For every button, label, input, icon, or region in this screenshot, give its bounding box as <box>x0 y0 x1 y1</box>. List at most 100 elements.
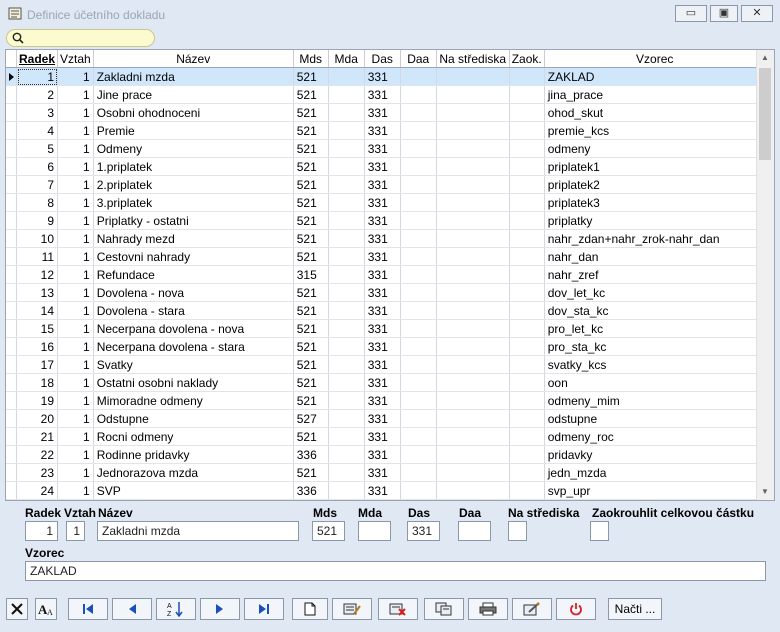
radek-field[interactable]: 1 <box>25 521 58 541</box>
cell-mds[interactable]: 521 <box>293 337 329 356</box>
exit-button[interactable] <box>556 598 596 620</box>
cell-na-strediska[interactable] <box>436 175 510 194</box>
cell-vzorec[interactable]: svp_upr <box>544 481 766 500</box>
cell-na-strediska[interactable] <box>436 157 510 176</box>
cell-vztah[interactable]: 1 <box>57 175 94 194</box>
cell-mds[interactable]: 521 <box>293 229 329 248</box>
cell-radek[interactable]: 16 <box>16 337 59 356</box>
cell-na-strediska[interactable] <box>436 319 510 338</box>
cell-mds[interactable]: 521 <box>293 211 329 230</box>
cell-mda[interactable] <box>328 355 365 374</box>
cell-nazev[interactable]: Rodinne pridavky <box>93 445 294 464</box>
cell-vzorec[interactable]: nahr_dan <box>544 247 766 266</box>
cell-na-strediska[interactable] <box>436 85 510 104</box>
cell-vzorec[interactable]: pro_sta_kc <box>544 337 766 356</box>
cell-vztah[interactable]: 1 <box>57 481 94 500</box>
zaokrouhlit-checkbox[interactable] <box>590 521 609 541</box>
cell-na-strediska[interactable] <box>436 211 510 230</box>
cell-nazev[interactable]: Osobni ohodnoceni <box>93 103 294 122</box>
cell-radek[interactable]: 10 <box>16 229 59 248</box>
cell-vzorec[interactable]: priplatek2 <box>544 175 766 194</box>
cell-zaok[interactable] <box>509 319 545 338</box>
cell-zaok[interactable] <box>509 265 545 284</box>
table-row[interactable]: 20 1 Odstupne 527 331 odstupne <box>6 409 766 428</box>
cell-zaok[interactable] <box>509 121 545 140</box>
cell-das[interactable]: 331 <box>364 67 401 86</box>
cell-mda[interactable] <box>328 301 365 320</box>
cell-das[interactable]: 331 <box>364 103 401 122</box>
cell-radek[interactable]: 6 <box>16 157 59 176</box>
cell-na-strediska[interactable] <box>436 229 510 248</box>
cell-vzorec[interactable]: odmeny_roc <box>544 427 766 446</box>
cell-daa[interactable] <box>400 175 437 194</box>
table-row[interactable]: 4 1 Premie 521 331 premie_kcs <box>6 121 766 140</box>
cell-mds[interactable]: 315 <box>293 265 329 284</box>
cell-nazev[interactable]: Dovolena - stara <box>93 301 294 320</box>
table-row[interactable]: 3 1 Osobni ohodnoceni 521 331 ohod_skut <box>6 103 766 122</box>
cell-zaok[interactable] <box>509 193 545 212</box>
new-record-button[interactable] <box>292 598 328 620</box>
table-row[interactable]: 18 1 Ostatni osobni naklady 521 331 oon <box>6 373 766 392</box>
cell-radek[interactable]: 7 <box>16 175 59 194</box>
cell-vztah[interactable]: 1 <box>57 409 94 428</box>
cell-daa[interactable] <box>400 427 437 446</box>
edit-record-button[interactable] <box>332 598 372 620</box>
cell-zaok[interactable] <box>509 373 545 392</box>
data-grid[interactable]: Radek Vztah Název Mds Mda Das Daa Na stř… <box>5 49 775 501</box>
table-row[interactable]: 5 1 Odmeny 521 331 odmeny <box>6 139 766 158</box>
cell-vzorec[interactable]: nahr_zdan+nahr_zrok-nahr_dan <box>544 229 766 248</box>
header-na-strediska[interactable]: Na střediska <box>436 50 510 68</box>
cell-mds[interactable]: 521 <box>293 427 329 446</box>
cell-das[interactable]: 331 <box>364 283 401 302</box>
table-row[interactable]: 8 1 3.priplatek 521 331 priplatek3 <box>6 193 766 212</box>
cell-na-strediska[interactable] <box>436 391 510 410</box>
cell-vztah[interactable]: 1 <box>57 373 94 392</box>
table-row[interactable]: 13 1 Dovolena - nova 521 331 dov_let_kc <box>6 283 766 302</box>
cell-das[interactable]: 331 <box>364 85 401 104</box>
table-row[interactable]: 21 1 Rocni odmeny 521 331 odmeny_roc <box>6 427 766 446</box>
cell-vztah[interactable]: 1 <box>57 301 94 320</box>
sort-button[interactable]: AZ <box>156 598 196 620</box>
cell-radek[interactable]: 8 <box>16 193 59 212</box>
cell-das[interactable]: 331 <box>364 301 401 320</box>
cell-nazev[interactable]: Cestovni nahrady <box>93 247 294 266</box>
cell-nazev[interactable]: Premie <box>93 121 294 140</box>
cell-vzorec[interactable]: priplatek1 <box>544 157 766 176</box>
table-row[interactable]: 22 1 Rodinne pridavky 336 331 pridavky <box>6 445 766 464</box>
cell-vztah[interactable]: 1 <box>57 85 94 104</box>
scroll-thumb[interactable] <box>759 68 771 160</box>
cell-radek[interactable]: 23 <box>16 463 59 482</box>
cell-radek[interactable]: 12 <box>16 265 59 284</box>
cell-nazev[interactable]: Jednorazova mzda <box>93 463 294 482</box>
cell-mda[interactable] <box>328 481 365 500</box>
cell-nazev[interactable]: Jine prace <box>93 85 294 104</box>
cell-mda[interactable] <box>328 175 365 194</box>
cell-vzorec[interactable]: priplatky <box>544 211 766 230</box>
cell-mds[interactable]: 521 <box>293 391 329 410</box>
vertical-scrollbar[interactable]: ▲ ▼ <box>756 50 774 500</box>
cell-das[interactable]: 331 <box>364 445 401 464</box>
cell-mds[interactable]: 521 <box>293 139 329 158</box>
cell-vztah[interactable]: 1 <box>57 391 94 410</box>
header-das[interactable]: Das <box>364 50 401 68</box>
mds-field[interactable]: 521 <box>312 521 345 541</box>
vztah-field[interactable]: 1 <box>66 521 85 541</box>
cell-daa[interactable] <box>400 391 437 410</box>
cell-mda[interactable] <box>328 193 365 212</box>
cell-na-strediska[interactable] <box>436 193 510 212</box>
cell-daa[interactable] <box>400 67 437 86</box>
cell-daa[interactable] <box>400 229 437 248</box>
header-radek[interactable]: Radek <box>16 50 59 68</box>
cell-nazev[interactable]: Dovolena - nova <box>93 283 294 302</box>
nazev-field[interactable]: Zakladni mzda <box>97 521 299 541</box>
cell-mds[interactable]: 521 <box>293 175 329 194</box>
cell-radek[interactable]: 21 <box>16 427 59 446</box>
cell-zaok[interactable] <box>509 175 545 194</box>
cell-daa[interactable] <box>400 337 437 356</box>
cell-mda[interactable] <box>328 463 365 482</box>
cell-daa[interactable] <box>400 121 437 140</box>
previous-record-button[interactable] <box>112 598 152 620</box>
cell-das[interactable]: 331 <box>364 373 401 392</box>
cell-mds[interactable]: 521 <box>293 103 329 122</box>
cell-mds[interactable]: 521 <box>293 157 329 176</box>
